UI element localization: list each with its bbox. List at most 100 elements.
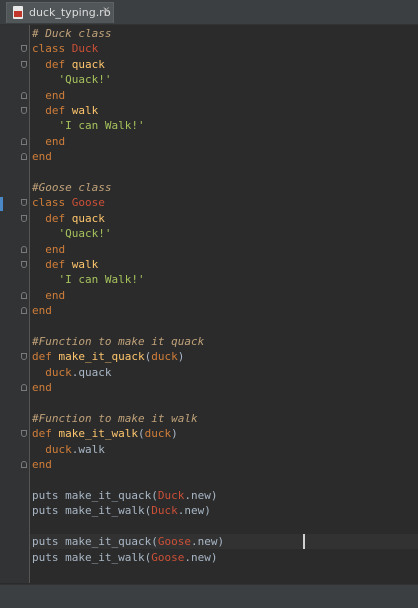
code-token-plain: ) <box>171 427 178 440</box>
code-line[interactable]: 'I can Walk!' <box>32 118 145 133</box>
fold-close-icon[interactable] <box>21 138 27 145</box>
code-line[interactable]: 'Quack!' <box>32 72 112 87</box>
fold-open-icon[interactable] <box>21 61 27 68</box>
code-token-comment: #Function to make it walk <box>32 412 198 425</box>
fold-close-icon[interactable] <box>21 92 27 99</box>
line-gutter[interactable] <box>0 25 30 583</box>
fold-open-icon[interactable] <box>21 215 27 222</box>
code-token-keyword: end <box>45 289 66 302</box>
code-line[interactable]: puts make_it_walk(Goose.new) <box>32 550 217 565</box>
code-token-keyword: end <box>45 89 66 102</box>
ruby-file-icon <box>13 6 23 19</box>
code-token-const: Duck <box>157 489 185 502</box>
code-token-keyword: end <box>32 381 52 394</box>
code-line[interactable]: end <box>32 457 52 472</box>
code-token-keyword: end <box>45 243 66 256</box>
code-line[interactable]: end <box>32 288 65 303</box>
code-token-method: quack <box>71 58 105 71</box>
fold-close-icon[interactable] <box>21 384 27 391</box>
fold-open-icon[interactable] <box>21 261 27 268</box>
code-token-plain: ( <box>137 427 145 440</box>
close-icon[interactable]: × <box>102 5 110 16</box>
code-token-const: Goose <box>71 196 105 209</box>
code-line[interactable]: #Function to make it walk <box>32 411 198 426</box>
code-line[interactable]: class Goose <box>32 195 105 210</box>
code-token-method: make_it_walk <box>58 427 138 440</box>
code-token-method: walk <box>71 258 99 271</box>
code-token-string: 'Quack!' <box>58 73 112 86</box>
change-marker <box>0 197 3 211</box>
fold-close-icon[interactable] <box>21 292 27 299</box>
fold-open-icon[interactable] <box>21 107 27 114</box>
code-line[interactable]: puts make_it_walk(Duck.new) <box>32 503 211 518</box>
code-token-method: walk <box>71 104 99 117</box>
code-line[interactable]: end <box>32 149 52 164</box>
fold-open-icon[interactable] <box>21 430 27 437</box>
code-token-keyword: class <box>32 42 72 55</box>
fold-open-icon[interactable] <box>21 353 27 360</box>
code-token-plain: puts make_it_walk( <box>32 551 152 564</box>
code-line[interactable]: end <box>32 303 52 318</box>
fold-close-icon[interactable] <box>21 461 27 468</box>
code-token-plain: puts make_it_quack( <box>32 535 158 548</box>
code-token-plain: .quack <box>71 366 112 379</box>
code-token-plain: puts make_it_walk( <box>32 504 152 517</box>
fold-open-icon[interactable] <box>21 45 27 52</box>
code-line[interactable]: def walk <box>32 103 98 118</box>
code-token-plain: puts make_it_quack( <box>32 489 158 502</box>
code-line[interactable]: 'I can Walk!' <box>32 272 145 287</box>
fold-open-icon[interactable] <box>21 199 27 206</box>
fold-close-icon[interactable] <box>21 153 27 160</box>
code-line[interactable]: 'Quack!' <box>32 226 112 241</box>
code-token-plain: .walk <box>71 443 105 456</box>
code-line[interactable]: def make_it_walk(duck) <box>32 426 178 441</box>
code-token-keyword: duck <box>151 350 178 363</box>
code-line[interactable]: puts make_it_quack(Duck.new) <box>32 488 217 503</box>
code-line[interactable]: #Goose class <box>32 180 111 195</box>
code-line[interactable]: puts make_it_quack(Goose.new) <box>32 534 224 549</box>
code-line[interactable]: def make_it_quack(duck) <box>32 349 184 364</box>
code-line[interactable]: def quack <box>32 211 105 226</box>
tab-duck-typing[interactable]: duck_typing.rb × <box>6 2 114 23</box>
code-line[interactable]: def quack <box>32 57 105 72</box>
tab-label[interactable]: duck_typing.rb <box>29 6 111 19</box>
code-token-plain: .new) <box>184 551 218 564</box>
code-token-keyword: end <box>32 150 52 163</box>
code-line[interactable]: def walk <box>32 257 98 272</box>
code-token-plain: .new) <box>190 535 225 548</box>
code-token-string: 'I can Walk!' <box>58 273 145 286</box>
code-token-keyword: end <box>45 135 66 148</box>
code-token-keyword: duck <box>45 443 72 456</box>
fold-close-icon[interactable] <box>21 307 27 314</box>
code-token-keyword: def <box>45 58 72 71</box>
code-token-comment: #Goose class <box>32 181 112 194</box>
code-line[interactable]: duck.walk <box>32 442 105 457</box>
code-token-string: 'Quack!' <box>58 227 112 240</box>
code-line[interactable]: end <box>32 88 65 103</box>
code-token-method: make_it_quack <box>58 350 145 363</box>
code-line[interactable]: end <box>32 134 65 149</box>
code-line[interactable]: duck.quack <box>32 365 112 380</box>
code-line[interactable]: end <box>32 242 65 257</box>
code-line[interactable]: class Duck <box>32 41 98 56</box>
fold-close-icon[interactable] <box>21 246 27 253</box>
code-token-const: Duck <box>71 42 99 55</box>
code-line[interactable]: # Duck class <box>32 26 111 41</box>
code-line[interactable]: end <box>32 380 52 395</box>
code-token-keyword: class <box>32 196 72 209</box>
code-token-string: 'I can Walk!' <box>58 119 145 132</box>
code-token-keyword: def <box>32 427 59 440</box>
text-caret <box>303 534 305 549</box>
code-line[interactable]: #Function to make it quack <box>32 334 204 349</box>
